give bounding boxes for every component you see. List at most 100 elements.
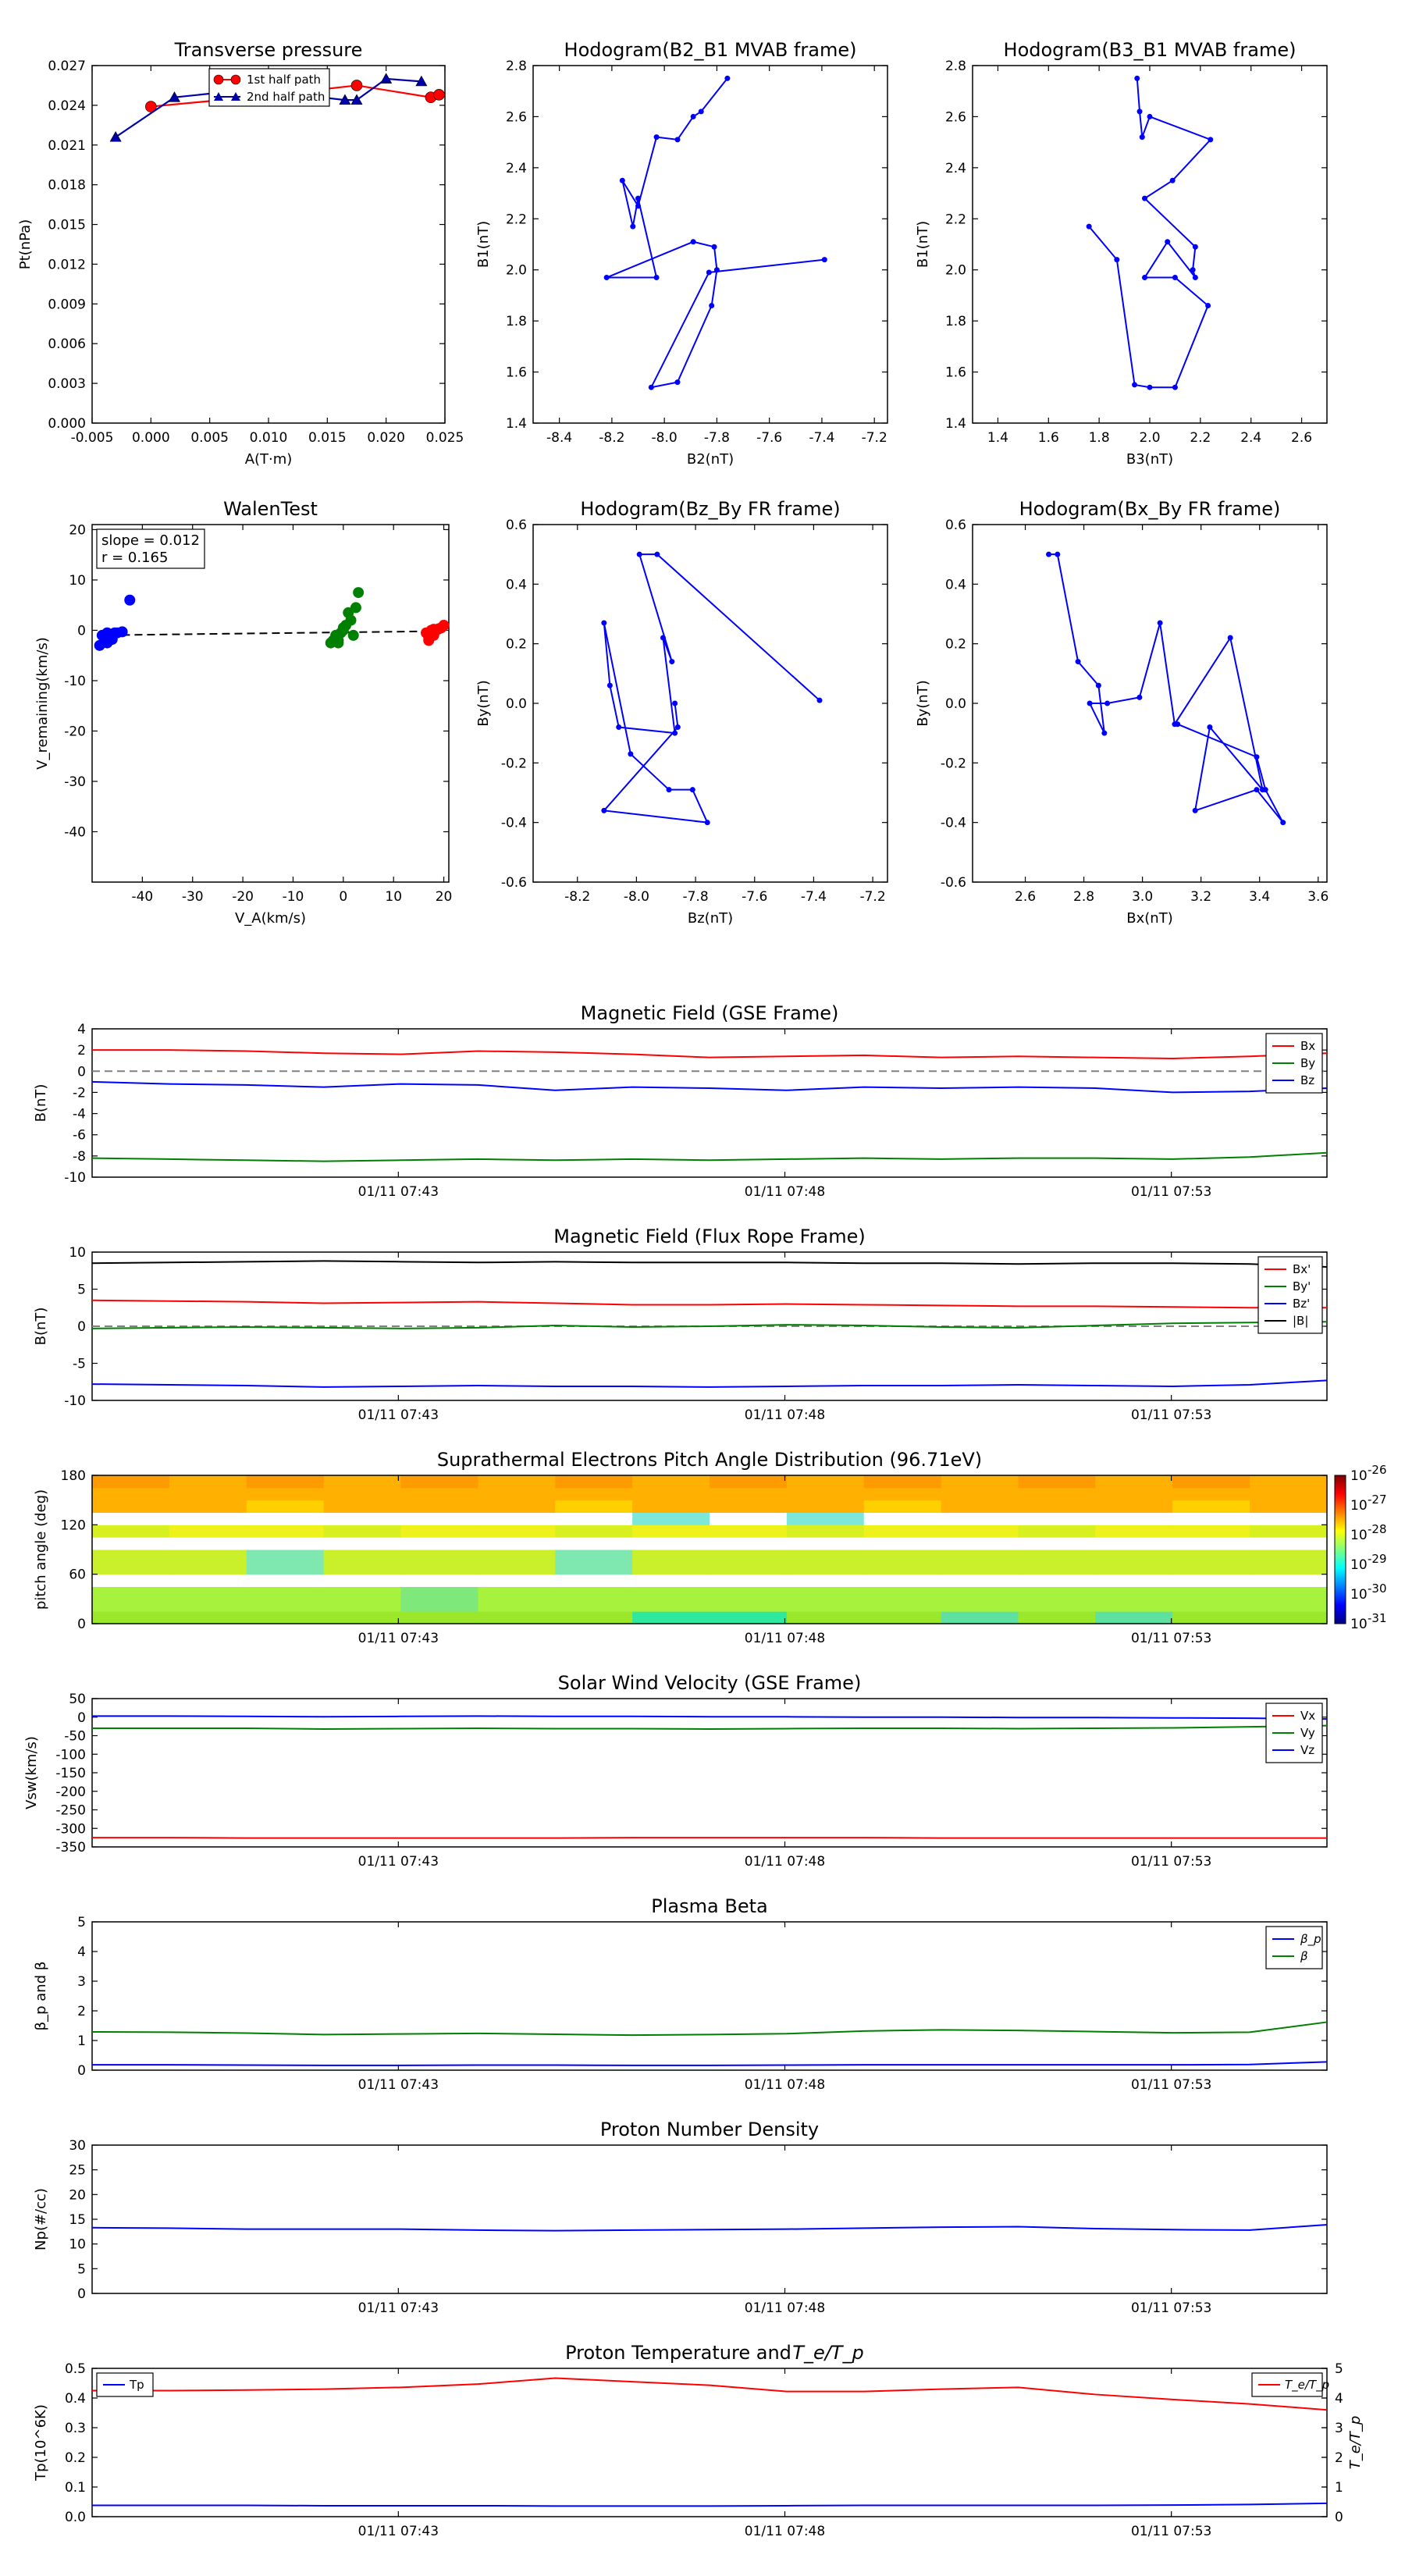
ytick-label: -250 xyxy=(55,1803,86,1819)
x-axis-label: V_A(km/s) xyxy=(235,910,306,927)
heatmap-cell xyxy=(786,1500,865,1513)
ytick-label: 0 xyxy=(77,2286,86,2302)
time-tick-label: 01/11 07:48 xyxy=(745,1631,825,1646)
ytick-label: 5 xyxy=(1335,2361,1343,2377)
data-point xyxy=(1142,275,1148,281)
heatmap-cell xyxy=(1095,1550,1173,1575)
heatmap-cell xyxy=(941,1574,1019,1587)
heatmap-cell xyxy=(246,1500,325,1513)
data-point xyxy=(1190,267,1196,273)
legend-label: β_p xyxy=(1300,1932,1321,1947)
heatmap-cell xyxy=(632,1537,710,1550)
chart-title: Transverse pressure xyxy=(174,39,363,61)
data-point xyxy=(353,587,365,599)
heatmap-cell xyxy=(246,1537,325,1550)
xtick-label: 2.2 xyxy=(1190,430,1211,446)
xtick-label: -7.6 xyxy=(756,430,782,446)
y-axis-label: pitch angle (deg) xyxy=(33,1489,49,1610)
y-axis-label: V_remaining(km/s) xyxy=(34,637,51,770)
panel-temp: Proton Temperature and T_e/T_p01/11 07:43… xyxy=(33,2342,1364,2539)
series-line xyxy=(91,1321,1328,1329)
heatmap-cell xyxy=(169,1574,247,1587)
colorbar-tick-exponent: -30 xyxy=(1368,1582,1387,1596)
colorbar xyxy=(1334,1475,1346,1624)
data-point xyxy=(1254,787,1260,793)
heatmap-cell xyxy=(1250,1500,1328,1513)
heatmap-cell xyxy=(1018,1586,1096,1612)
heatmap-cell xyxy=(92,1500,170,1513)
y-axis-label: Tp(10^6K) xyxy=(33,2404,49,2482)
data-point xyxy=(1227,635,1233,641)
xtick-label: 3.4 xyxy=(1249,889,1270,905)
heatmap-cell xyxy=(632,1512,710,1525)
data-point xyxy=(1192,807,1198,813)
ytick-label: 20 xyxy=(69,2187,86,2203)
heatmap-cell xyxy=(1018,1525,1096,1538)
hodogram-line xyxy=(1088,78,1212,389)
ytick-label: 0.6 xyxy=(506,518,527,533)
time-tick-label: 01/11 07:53 xyxy=(1131,2300,1211,2316)
xtick-label: -8.2 xyxy=(599,430,624,446)
slope-annotation: slope = 0.012 xyxy=(101,532,200,549)
y-axis-label: β_p and β xyxy=(33,1962,49,2031)
heatmap-cell xyxy=(92,1525,170,1538)
heatmap-cell xyxy=(246,1586,325,1612)
chart-title: Magnetic Field (Flux Rope Frame) xyxy=(553,1226,865,1247)
ytick-label: 1.8 xyxy=(945,314,966,329)
heatmap-cell xyxy=(323,1574,401,1587)
ytick-label: 0.024 xyxy=(48,98,86,114)
data-point xyxy=(1142,195,1148,201)
xtick-label: 3.2 xyxy=(1190,889,1211,905)
xtick-label: -7.6 xyxy=(742,889,767,905)
ytick-label: 180 xyxy=(61,1468,86,1484)
xtick-label: -20 xyxy=(232,889,254,905)
ytick-label: -200 xyxy=(55,1784,86,1800)
data-point xyxy=(106,634,118,646)
time-tick-label: 01/11 07:43 xyxy=(358,2077,439,2093)
xtick-label: 3.6 xyxy=(1307,889,1329,905)
colorbar-tick-exponent: -28 xyxy=(1368,1522,1387,1536)
series-line xyxy=(91,1379,1328,1388)
hodogram-line xyxy=(1048,553,1284,824)
ytick-label: 0.4 xyxy=(65,2391,86,2407)
data-point xyxy=(1192,275,1198,281)
data-point xyxy=(1175,721,1181,728)
heatmap-cell xyxy=(786,1487,865,1501)
heatmap-cell xyxy=(710,1574,788,1587)
legend-label: Tp xyxy=(129,2378,144,2392)
heatmap-cell xyxy=(863,1537,942,1550)
time-tick-label: 01/11 07:48 xyxy=(745,2077,825,2093)
heatmap-cell xyxy=(710,1487,788,1501)
heatmap-cell xyxy=(478,1537,556,1550)
ytick-label: 0.027 xyxy=(48,59,86,74)
data-point xyxy=(616,724,622,731)
ytick-label: 0.3 xyxy=(65,2421,86,2436)
xtick-label: -40 xyxy=(131,889,153,905)
heatmap-cell xyxy=(941,1586,1019,1612)
heatmap-cell xyxy=(1095,1512,1173,1525)
xtick-label: 2.8 xyxy=(1073,889,1094,905)
heatmap-cell xyxy=(786,1550,865,1575)
heatmap-cell xyxy=(92,1512,170,1525)
heatmap-cell xyxy=(710,1475,788,1489)
xtick-label: -7.2 xyxy=(862,430,887,446)
data-point xyxy=(1207,724,1213,731)
hodogram-line xyxy=(606,77,825,389)
legend-marker xyxy=(230,74,241,85)
colorbar-tick-exponent: -26 xyxy=(1368,1463,1387,1477)
heatmap-cell xyxy=(941,1487,1019,1501)
legend-label: Bx xyxy=(1300,1039,1315,1053)
series-line xyxy=(91,1260,1328,1268)
heatmap-cell xyxy=(555,1500,633,1513)
data-point xyxy=(674,724,681,731)
heatmap-cell xyxy=(941,1475,1019,1489)
data-point xyxy=(603,275,610,281)
ytick-label: 4 xyxy=(77,1944,86,1960)
heatmap-cell xyxy=(863,1550,942,1575)
heatmap-cell xyxy=(555,1550,633,1575)
data-point xyxy=(724,75,731,81)
legend-label: Vx xyxy=(1300,1709,1315,1723)
heatmap-cell xyxy=(323,1611,401,1624)
series-line xyxy=(92,1724,1328,1730)
data-point xyxy=(1262,787,1268,793)
